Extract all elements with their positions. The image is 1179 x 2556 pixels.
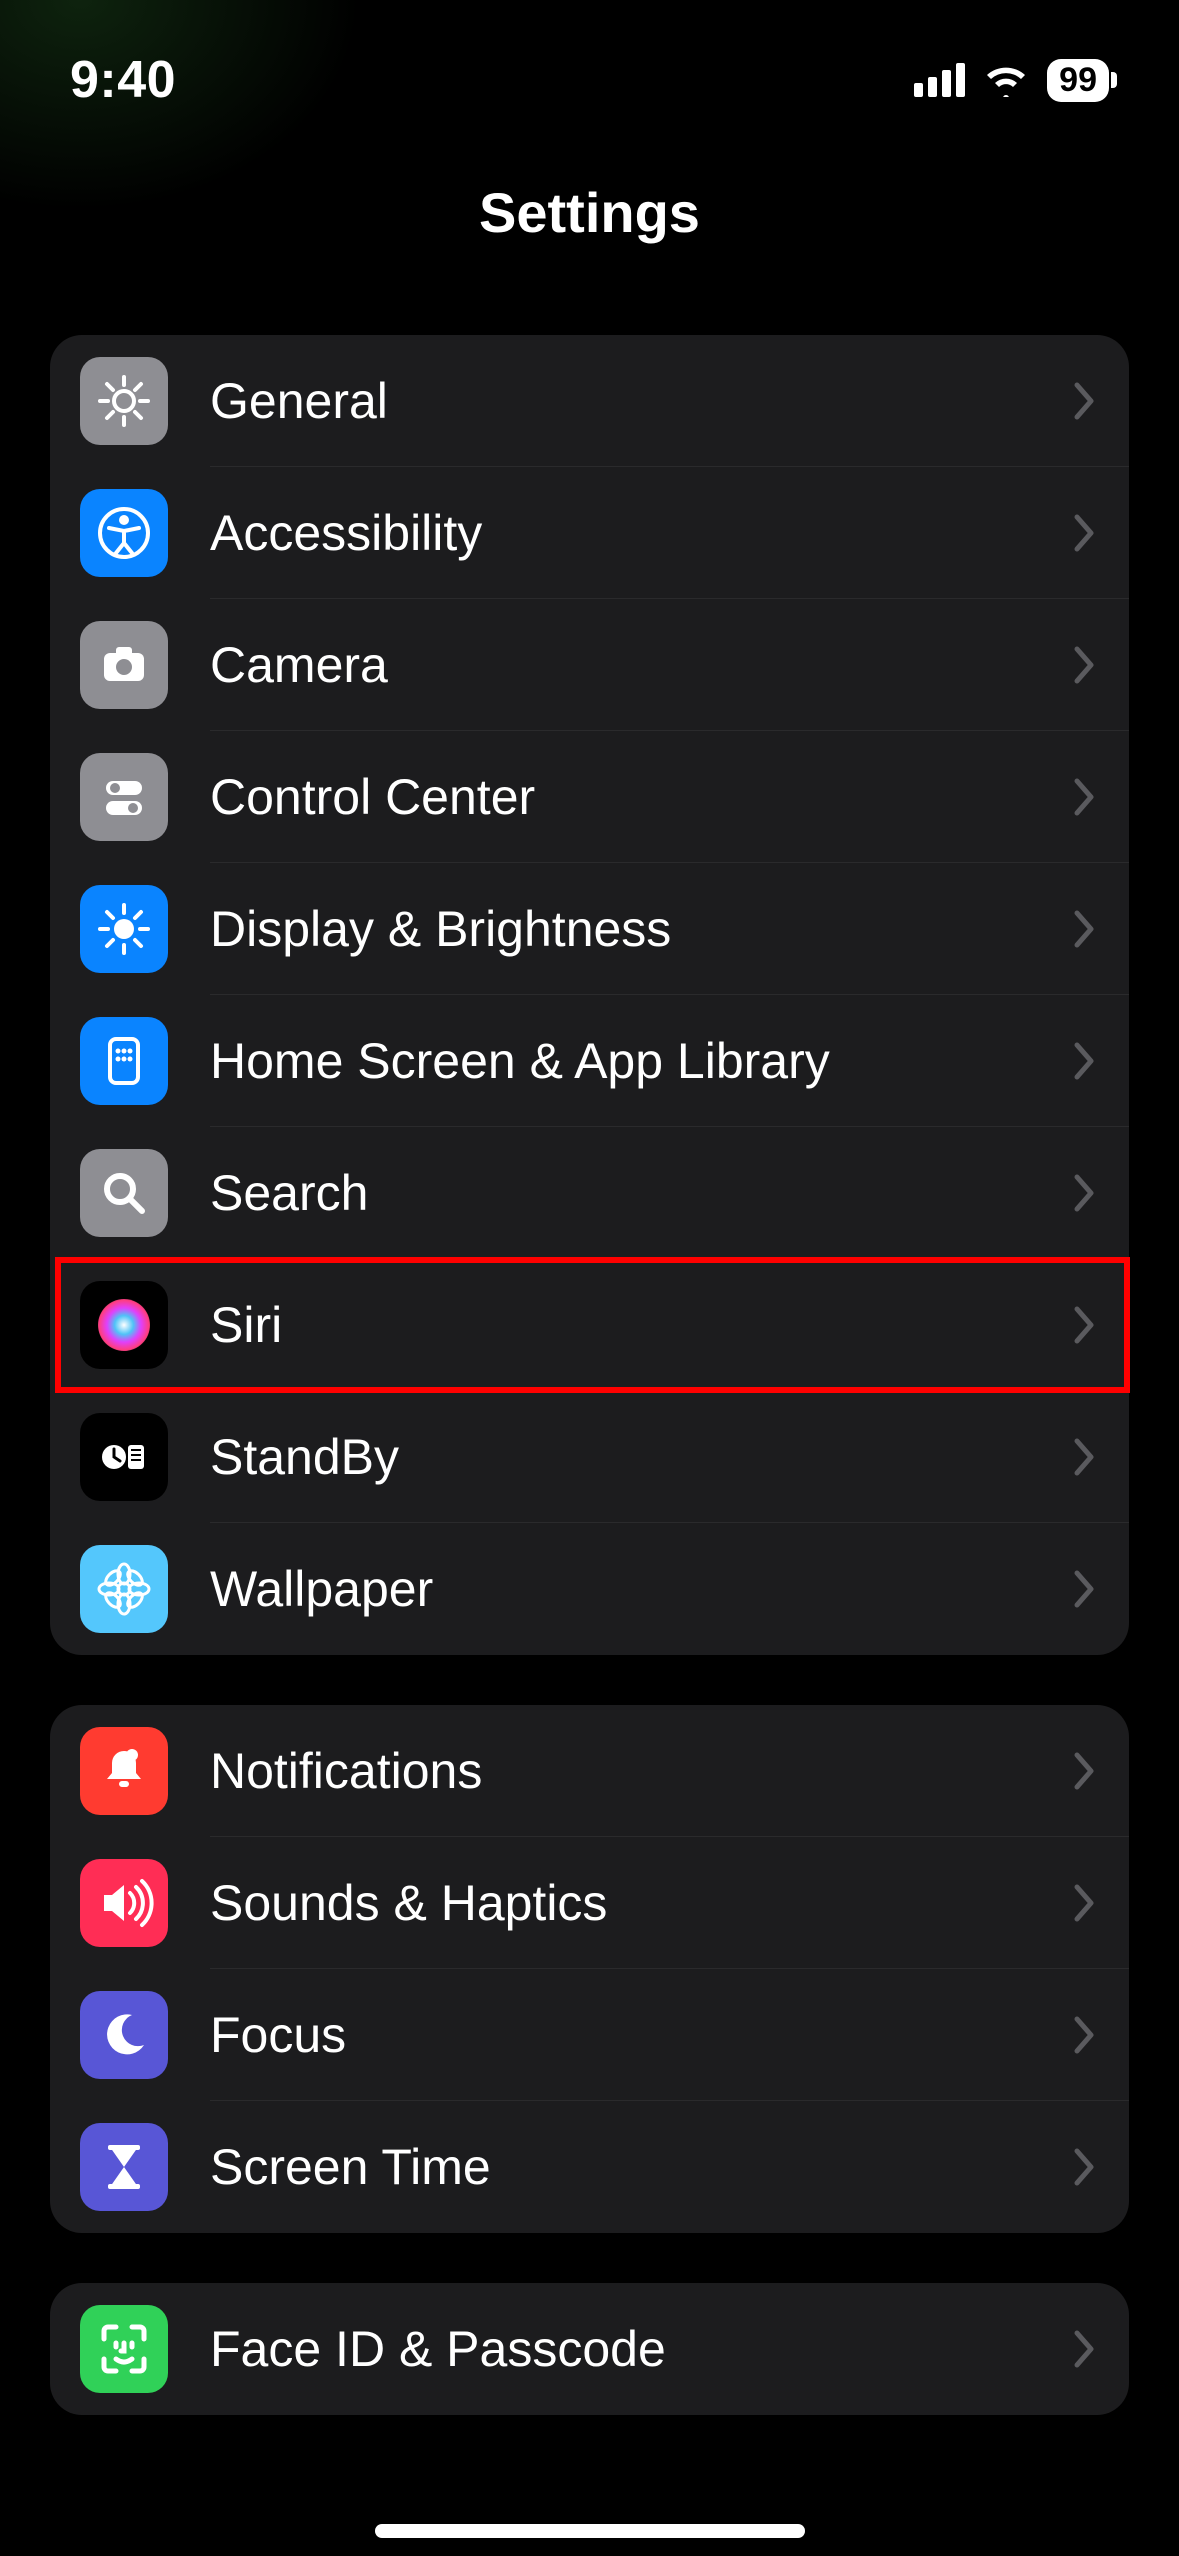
- sun-icon: [80, 885, 168, 973]
- home-indicator[interactable]: [375, 2524, 805, 2538]
- status-time: 9:40: [70, 50, 176, 110]
- chevron-right-icon: [1071, 2327, 1099, 2371]
- siri-icon: [80, 1281, 168, 1369]
- row-homescreen[interactable]: Home Screen & App Library: [50, 995, 1129, 1127]
- row-camera[interactable]: Camera: [50, 599, 1129, 731]
- row-display[interactable]: Display & Brightness: [50, 863, 1129, 995]
- row-label: Control Center: [210, 768, 1071, 826]
- row-sounds[interactable]: Sounds & Haptics: [50, 1837, 1129, 1969]
- row-accessibility[interactable]: Accessibility: [50, 467, 1129, 599]
- accessibility-icon: [80, 489, 168, 577]
- row-controlcenter[interactable]: Control Center: [50, 731, 1129, 863]
- row-faceid[interactable]: Face ID & Passcode: [50, 2283, 1129, 2415]
- battery-indicator: 99: [1047, 59, 1109, 102]
- row-siri[interactable]: Siri: [50, 1259, 1129, 1391]
- magnify-icon: [80, 1149, 168, 1237]
- row-label: Notifications: [210, 1742, 1071, 1800]
- faceid-icon: [80, 2305, 168, 2393]
- hourglass-icon: [80, 2123, 168, 2211]
- wifi-icon: [983, 63, 1029, 97]
- row-wallpaper[interactable]: Wallpaper: [50, 1523, 1129, 1655]
- speaker-icon: [80, 1859, 168, 1947]
- page-title: Settings: [0, 120, 1179, 305]
- chevron-right-icon: [1071, 511, 1099, 555]
- chevron-right-icon: [1071, 2013, 1099, 2057]
- chevron-right-icon: [1071, 1303, 1099, 1347]
- row-label: StandBy: [210, 1428, 1071, 1486]
- chevron-right-icon: [1071, 1171, 1099, 1215]
- chevron-right-icon: [1071, 2145, 1099, 2189]
- chevron-right-icon: [1071, 1567, 1099, 1611]
- gear-icon: [80, 357, 168, 445]
- settings-list[interactable]: General Accessibility Camera Control Center…: [0, 335, 1179, 2415]
- bell-icon: [80, 1727, 168, 1815]
- settings-group: General Accessibility Camera Control Center…: [50, 335, 1129, 1655]
- row-label: Wallpaper: [210, 1560, 1071, 1618]
- chevron-right-icon: [1071, 1749, 1099, 1793]
- chevron-right-icon: [1071, 1881, 1099, 1925]
- row-label: Accessibility: [210, 504, 1071, 562]
- flower-icon: [80, 1545, 168, 1633]
- row-focus[interactable]: Focus: [50, 1969, 1129, 2101]
- settings-group: Notifications Sounds & Haptics Focus Screen…: [50, 1705, 1129, 2233]
- camera-icon: [80, 621, 168, 709]
- status-bar: 9:40 99: [0, 0, 1179, 120]
- chevron-right-icon: [1071, 775, 1099, 819]
- row-label: Search: [210, 1164, 1071, 1222]
- row-label: Siri: [210, 1296, 1071, 1354]
- chevron-right-icon: [1071, 379, 1099, 423]
- row-search[interactable]: Search: [50, 1127, 1129, 1259]
- row-label: Screen Time: [210, 2138, 1071, 2196]
- row-label: Home Screen & App Library: [210, 1032, 1071, 1090]
- header-region: 9:40 99 Settings: [0, 0, 1179, 305]
- row-label: Display & Brightness: [210, 900, 1071, 958]
- row-label: Focus: [210, 2006, 1071, 2064]
- row-standby[interactable]: StandBy: [50, 1391, 1129, 1523]
- standby-icon: [80, 1413, 168, 1501]
- row-notifications[interactable]: Notifications: [50, 1705, 1129, 1837]
- status-indicators: 99: [914, 59, 1109, 102]
- moon-icon: [80, 1991, 168, 2079]
- chevron-right-icon: [1071, 1039, 1099, 1083]
- row-screentime[interactable]: Screen Time: [50, 2101, 1129, 2233]
- chevron-right-icon: [1071, 643, 1099, 687]
- row-label: Camera: [210, 636, 1071, 694]
- chevron-right-icon: [1071, 1435, 1099, 1479]
- settings-group: Face ID & Passcode: [50, 2283, 1129, 2415]
- row-label: General: [210, 372, 1071, 430]
- phonegrid-icon: [80, 1017, 168, 1105]
- row-label: Sounds & Haptics: [210, 1874, 1071, 1932]
- toggles-icon: [80, 753, 168, 841]
- chevron-right-icon: [1071, 907, 1099, 951]
- cellular-signal-icon: [914, 63, 965, 97]
- row-general[interactable]: General: [50, 335, 1129, 467]
- row-label: Face ID & Passcode: [210, 2320, 1071, 2378]
